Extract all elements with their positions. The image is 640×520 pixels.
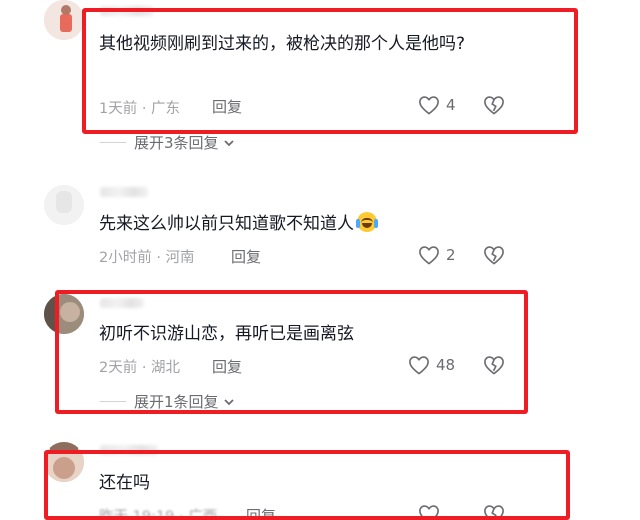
username[interactable] xyxy=(100,187,148,197)
heart-outline-icon xyxy=(419,505,439,520)
username[interactable] xyxy=(100,445,158,455)
reply-button[interactable]: 回复 xyxy=(212,96,242,117)
broken-heart-icon xyxy=(484,246,504,265)
username[interactable] xyxy=(100,6,154,16)
reply-button[interactable]: 回复 xyxy=(212,356,242,377)
comment-time-location: 2小时前 · 河南 xyxy=(99,250,195,266)
dislike-button[interactable] xyxy=(483,355,505,375)
broken-heart-icon xyxy=(484,356,504,375)
comment-time-location: 2天前 · 湖北 xyxy=(99,360,181,376)
like-count: 4 xyxy=(446,96,456,114)
broken-heart-icon xyxy=(484,505,504,520)
expand-replies-button[interactable]: 展开1条回复 xyxy=(100,391,235,412)
username[interactable] xyxy=(100,298,144,308)
broken-heart-icon xyxy=(484,96,504,115)
expand-replies-label: 展开3条回复 xyxy=(134,134,219,152)
comment-item: 先来这么帅以前只知道歌不知道人 2小时前 · 河南 回复 2 xyxy=(0,180,640,280)
avatar[interactable] xyxy=(44,442,84,482)
like-button[interactable]: 2 xyxy=(418,245,456,265)
like-count: 2 xyxy=(446,246,456,264)
comment-item: 其他视频刚刷到过来的，被枪决的那个人是他吗? 1天前 · 广东 回复 4 展开3… xyxy=(0,0,640,160)
comment-item: 还在吗 昨天 19:19 · 广西 回复 xyxy=(0,440,640,520)
expand-replies-label: 展开1条回复 xyxy=(134,393,219,411)
heart-outline-icon xyxy=(409,356,429,375)
chevron-down-icon xyxy=(223,139,234,146)
heart-outline-icon xyxy=(419,246,439,265)
comment-text: 还在吗 xyxy=(99,473,150,493)
comment-time-location: 昨天 19:19 · 广西 xyxy=(99,509,218,520)
reply-button[interactable]: 回复 xyxy=(231,246,261,267)
comment-time-location: 1天前 · 广东 xyxy=(99,101,181,117)
divider xyxy=(100,142,126,143)
dislike-button[interactable] xyxy=(483,504,505,520)
comment-text: 其他视频刚刷到过来的，被枪决的那个人是他吗? xyxy=(99,34,466,54)
comment-item: 初听不识游山恋，再听已是画离弦 2天前 · 湖北 回复 48 展开1条回复 xyxy=(0,290,640,420)
like-count: 48 xyxy=(436,356,456,374)
comment-text-content: 先来这么帅以前只知道歌不知道人 xyxy=(99,214,354,234)
like-button[interactable]: 4 xyxy=(418,95,456,115)
avatar[interactable] xyxy=(44,0,84,40)
avatar[interactable] xyxy=(44,185,84,225)
dislike-button[interactable] xyxy=(483,245,505,265)
comment-text: 初听不识游山恋，再听已是画离弦 xyxy=(99,324,354,344)
comment-text: 先来这么帅以前只知道歌不知道人 xyxy=(99,211,378,237)
expand-replies-button[interactable]: 展开3条回复 xyxy=(100,132,235,153)
like-button[interactable]: 48 xyxy=(408,355,455,375)
avatar[interactable] xyxy=(44,294,84,334)
crying-laughing-emoji-icon xyxy=(356,212,378,232)
like-button[interactable] xyxy=(418,504,446,520)
dislike-button[interactable] xyxy=(483,95,505,115)
heart-outline-icon xyxy=(419,96,439,115)
reply-button[interactable]: 回复 xyxy=(246,505,276,520)
divider xyxy=(100,401,126,402)
chevron-down-icon xyxy=(223,398,234,405)
